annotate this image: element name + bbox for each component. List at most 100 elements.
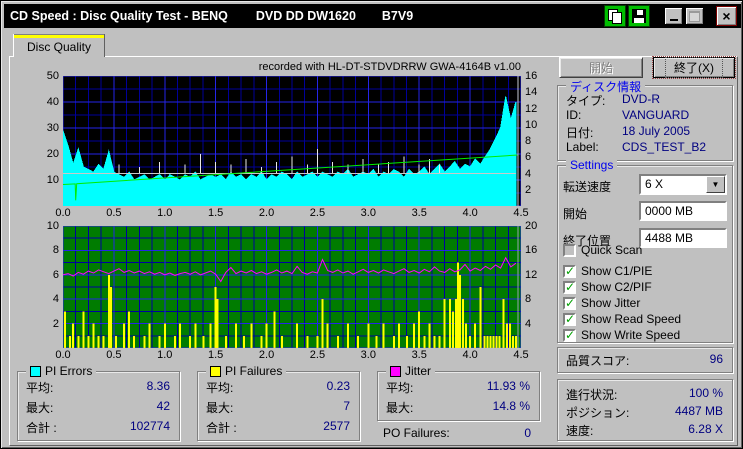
- axis-tick-label: 0.5: [106, 349, 122, 361]
- pif-avg-label: 平均:: [206, 381, 234, 395]
- checkbox-label: Show Jitter: [581, 296, 641, 310]
- tab-disc-quality[interactable]: Disc Quality: [13, 34, 105, 57]
- tab-active-indicator: [14, 34, 104, 38]
- pie-total-value: 102774: [129, 419, 170, 433]
- axis-tick-label: 4.0: [462, 207, 478, 219]
- axis-tick-label: 1.0: [157, 349, 173, 361]
- progress-value: 100 %: [688, 386, 723, 400]
- checkbox-box: ✓: [563, 263, 576, 278]
- axis-tick-label: 16: [525, 244, 538, 257]
- disc-type-label: タイプ:: [566, 94, 606, 108]
- checkbox-show-jitter[interactable]: ✓ Show Jitter: [563, 296, 640, 310]
- maximize-button[interactable]: [685, 7, 704, 25]
- check-icon: ✓: [565, 279, 576, 294]
- disc-date-label: 日付:: [566, 126, 594, 140]
- pi-failures-legend-label: PI Failures: [225, 364, 283, 378]
- axis-tick-label: 2.0: [258, 349, 275, 361]
- start-position-label: 開始: [563, 207, 588, 221]
- pi-errors-legend-label: PI Errors: [45, 364, 93, 378]
- checkbox-box: ✓: [563, 279, 576, 294]
- axis-tick-label: 4: [525, 317, 532, 330]
- pi-failures-stats-group: PI Failures 平均: 0.23 最大: 7 合計 : 2577: [197, 364, 360, 441]
- checkbox-show-c2-pif[interactable]: ✓ Show C2/PIF: [563, 280, 652, 294]
- position-value: 4487 MB: [674, 404, 723, 418]
- floppy-disk-icon: [632, 9, 646, 23]
- pif-total-label: 合計 :: [206, 421, 237, 435]
- po-failures-label: PO Failures:: [383, 426, 450, 440]
- checkbox-quick-scan[interactable]: ✓ Quick Scan: [563, 243, 642, 257]
- start-button[interactable]: 開始: [559, 57, 643, 78]
- minimize-button[interactable]: [664, 7, 683, 25]
- window-title-device: DVD DD DW1620: [255, 9, 356, 23]
- axis-tick-label: 10: [525, 118, 538, 131]
- jitter-avg-value: 11.93 %: [486, 379, 530, 393]
- axis-tick-label: 4.0: [462, 349, 478, 361]
- checkbox-label: Show Write Speed: [581, 328, 681, 342]
- axis-tick-label: 12: [525, 102, 538, 115]
- jitter-swatch-icon: [390, 365, 401, 377]
- axis-tick-label: 6: [525, 151, 532, 164]
- speed-value: 6.28 X: [688, 422, 723, 436]
- progress-group: 進行状況: 100 % ポジション: 4487 MB 速度: 6.28 X: [557, 379, 733, 441]
- position-label: ポジション:: [566, 406, 630, 420]
- pif-max-label: 最大:: [206, 401, 234, 415]
- checkbox-show-write-speed[interactable]: ✓ Show Write Speed: [563, 328, 680, 342]
- check-icon: ✓: [565, 311, 576, 326]
- pif-max-value: 7: [343, 399, 350, 413]
- axis-tick-label: 10: [46, 174, 59, 186]
- checkbox-show-read-speed[interactable]: ✓ Show Read Speed: [563, 312, 681, 326]
- axis-tick-label: 2.0: [258, 207, 275, 219]
- window-title-firmware: B7V9: [381, 9, 414, 23]
- disc-type-value: DVD-R: [622, 92, 660, 106]
- copy-icon: [608, 9, 622, 24]
- checkbox-box: ✓: [563, 243, 576, 257]
- pie-max-value: 42: [156, 399, 170, 413]
- axis-tick-label: 3.0: [360, 349, 376, 361]
- pi-failures-legend: PI Failures: [206, 364, 287, 378]
- start-button-label: 開始: [588, 61, 613, 75]
- pie-avg-label: 平均:: [26, 381, 54, 395]
- check-icon: ✓: [565, 295, 576, 310]
- progress-label: 進行状況:: [566, 388, 618, 402]
- checkbox-box: ✓: [563, 295, 576, 310]
- close-button[interactable]: ×: [716, 6, 737, 26]
- axis-tick-label: 4.5: [513, 349, 529, 361]
- checkbox-label: Show C2/PIF: [581, 280, 652, 294]
- checkbox-show-c1-pie[interactable]: ✓ Show C1/PIE: [563, 264, 652, 278]
- copy-to-clipboard-button[interactable]: [604, 5, 626, 27]
- end-position-input[interactable]: [639, 228, 727, 248]
- check-icon: ✓: [565, 263, 576, 278]
- axis-tick-label: 1.0: [157, 207, 173, 219]
- pie-total-label: 合計 :: [26, 421, 57, 435]
- checkbox-label: Quick Scan: [581, 243, 643, 257]
- axis-tick-label: 4.5: [513, 207, 529, 219]
- disc-id-value: VANGUARD: [622, 108, 690, 122]
- disc-date-value: 18 July 2005: [622, 124, 691, 138]
- quality-score-group: 品質スコア: 96: [557, 347, 733, 373]
- axis-tick-label: 4: [525, 167, 532, 180]
- axis-tick-label: 0.0: [55, 349, 71, 361]
- jitter-legend: Jitter: [386, 364, 436, 378]
- checkbox-label: Show C1/PIE: [581, 264, 653, 278]
- chevron-down-icon[interactable]: ▼: [706, 176, 725, 193]
- transfer-speed-value: 6 X: [645, 177, 664, 191]
- axis-tick-label: 1.5: [208, 349, 224, 361]
- po-failures-value: 0: [524, 426, 531, 440]
- axis-tick-label: 2.5: [309, 207, 326, 219]
- jitter-stats-group: Jitter 平均: 11.93 % 最大: 14.8 %: [377, 364, 540, 421]
- quality-score-label: 品質スコア:: [566, 354, 630, 368]
- axis-tick-label: 10: [46, 220, 59, 232]
- pif-avg-value: 0.23: [326, 379, 350, 393]
- jitter-legend-label: Jitter: [405, 364, 432, 378]
- save-button[interactable]: [628, 5, 650, 27]
- settings-title: Settings: [566, 158, 618, 172]
- transfer-speed-select[interactable]: 6 X ▼: [639, 174, 727, 195]
- axis-tick-label: 8: [525, 135, 532, 147]
- start-position-input[interactable]: [639, 201, 727, 221]
- stop-button[interactable]: 終了(X): [652, 56, 736, 79]
- axis-tick-label: 4: [52, 293, 59, 306]
- title-bar-buttons: ×: [602, 5, 737, 27]
- pie-max-label: 最大:: [26, 401, 54, 415]
- checkbox-box: ✓: [563, 311, 576, 326]
- disc-id-label: ID:: [566, 108, 582, 122]
